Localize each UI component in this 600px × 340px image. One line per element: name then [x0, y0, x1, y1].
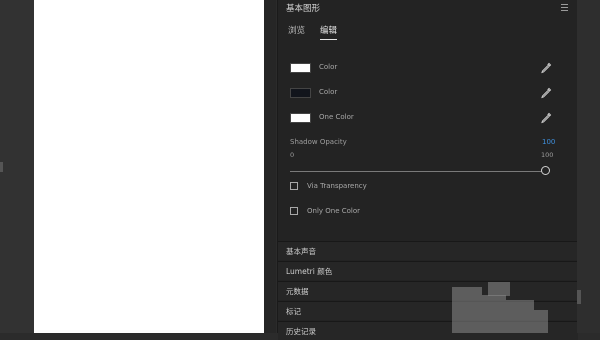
program-monitor-canvas	[34, 0, 264, 333]
panel-header: 基本图形	[278, 0, 578, 16]
scroll-knob[interactable]	[577, 290, 581, 304]
shadow-opacity-value[interactable]: 100	[542, 138, 555, 146]
checkbox-label: Via Transparency	[307, 182, 367, 190]
shadow-opacity-slider-track[interactable]	[290, 171, 546, 172]
tab-edit[interactable]: 编辑	[320, 24, 338, 40]
section-label: Lumetri 颜色	[286, 267, 333, 276]
tab-browse[interactable]: 浏览	[288, 24, 305, 39]
section-label: 标记	[286, 307, 301, 316]
section-essential-sound[interactable]: 基本声音	[278, 241, 578, 260]
slider-max-label: 100	[541, 151, 554, 159]
eyedropper-icon[interactable]	[540, 87, 552, 99]
hamburger-menu-icon[interactable]	[561, 4, 568, 12]
left-gutter	[0, 0, 34, 333]
shadow-opacity-label: Shadow Opacity	[290, 138, 347, 146]
eyedropper-icon[interactable]	[540, 112, 552, 124]
shadow-opacity-slider-thumb[interactable]	[541, 166, 550, 175]
color-label: Color	[319, 88, 338, 96]
section-label: 基本声音	[286, 247, 316, 256]
checkbox-label: Only One Color	[307, 207, 361, 215]
section-lumetri-color[interactable]: Lumetri 颜色	[278, 261, 578, 280]
color-label: Color	[319, 63, 338, 71]
gutter-marker	[0, 162, 3, 172]
eyedropper-icon[interactable]	[540, 62, 552, 74]
color-swatch[interactable]	[290, 113, 311, 123]
only-one-color-checkbox[interactable]	[290, 207, 298, 215]
essential-graphics-panel: 基本图形 浏览 编辑 Color Color One Color Shadow …	[277, 0, 578, 340]
color-swatch[interactable]	[290, 88, 311, 98]
color-row-2: Color	[290, 87, 560, 101]
slider-min-label: 0	[290, 151, 295, 159]
panel-divider[interactable]	[264, 0, 276, 333]
section-label: 历史记录	[286, 327, 316, 336]
via-transparency-checkbox[interactable]	[290, 182, 298, 190]
color-row-3: One Color	[290, 112, 560, 126]
color-label: One Color	[319, 113, 354, 121]
panel-title: 基本图形	[286, 4, 321, 14]
color-swatch[interactable]	[290, 63, 311, 73]
section-label: 元数据	[286, 287, 309, 296]
color-row-1: Color	[290, 62, 560, 76]
section-metadata[interactable]: 元数据	[278, 281, 578, 300]
right-scroll-strip[interactable]	[577, 0, 600, 333]
